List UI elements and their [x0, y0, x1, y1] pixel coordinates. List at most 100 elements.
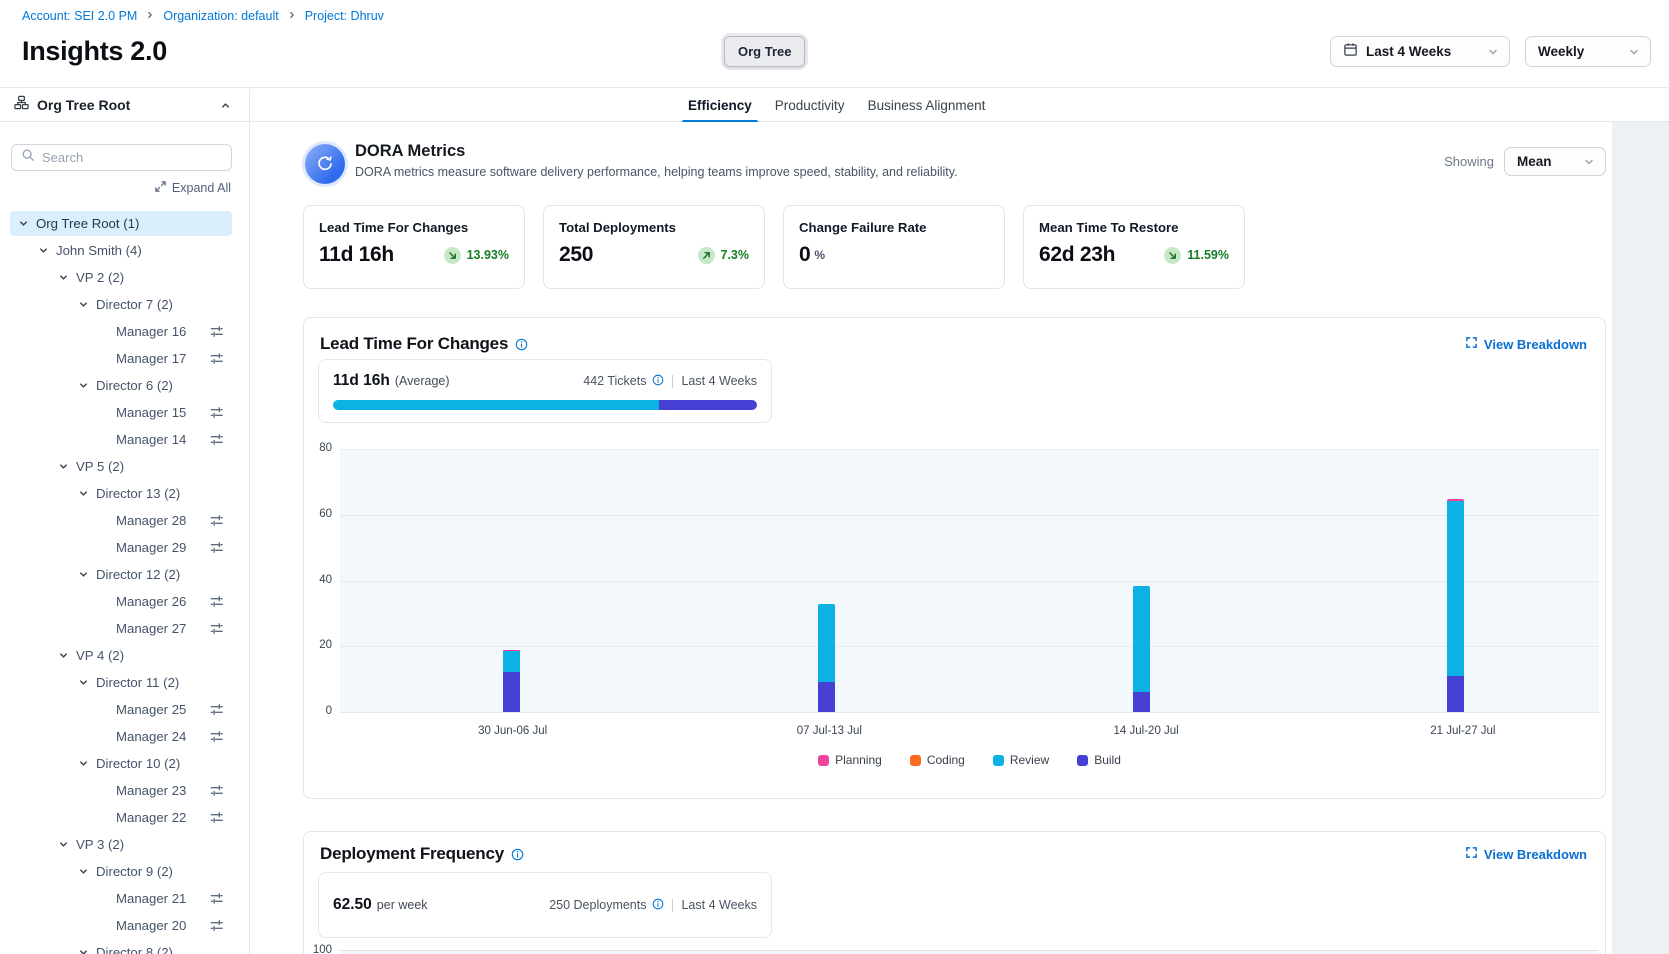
tree-item-manager-24[interactable]: Manager 24: [10, 724, 232, 749]
tree-item-manager-22[interactable]: Manager 22: [10, 805, 232, 830]
filter-sliders-icon[interactable]: [209, 324, 224, 339]
tree-item-manager-26[interactable]: Manager 26: [10, 589, 232, 614]
metric-card-lead-time-for-changes: Lead Time For Changes11d 16h13.93%: [303, 205, 525, 289]
tree-item-director-9-2[interactable]: Director 9 (2): [10, 859, 232, 884]
info-icon[interactable]: [515, 338, 528, 351]
tree-item-director-6-2[interactable]: Director 6 (2): [10, 373, 232, 398]
filter-sliders-icon[interactable]: [209, 405, 224, 420]
tree-item-manager-27[interactable]: Manager 27: [10, 616, 232, 641]
filter-sliders-icon[interactable]: [209, 783, 224, 798]
tree-item-manager-28[interactable]: Manager 28: [10, 508, 232, 533]
chevron-down-icon[interactable]: [78, 947, 96, 954]
tree-item-manager-20[interactable]: Manager 20: [10, 913, 232, 938]
tree-item-director-11-2[interactable]: Director 11 (2): [10, 670, 232, 695]
info-icon[interactable]: [652, 898, 664, 913]
tree-item-vp-5-2[interactable]: VP 5 (2): [10, 454, 232, 479]
view-breakdown-label: View Breakdown: [1484, 337, 1587, 352]
expand-all-button[interactable]: Expand All: [154, 180, 231, 196]
divider: [672, 899, 673, 912]
tree-item-vp-4-2[interactable]: VP 4 (2): [10, 643, 232, 668]
tab-business-alignment[interactable]: Business Alignment: [862, 89, 992, 122]
view-breakdown-label: View Breakdown: [1484, 847, 1587, 862]
lead-time-title: Lead Time For Changes: [320, 334, 508, 354]
deployment-view-breakdown-link[interactable]: View Breakdown: [1465, 846, 1587, 862]
filter-sliders-icon[interactable]: [209, 918, 224, 933]
filter-sliders-icon[interactable]: [209, 540, 224, 555]
tree-item-org-tree-root-1[interactable]: Org Tree Root (1): [10, 211, 232, 236]
chevron-down-icon[interactable]: [58, 272, 76, 283]
right-gutter: [1612, 122, 1669, 954]
chevron-down-icon[interactable]: [78, 677, 96, 688]
chevron-down-icon[interactable]: [18, 218, 36, 229]
tree-item-manager-23[interactable]: Manager 23: [10, 778, 232, 803]
tree-item-label: Manager 15: [116, 405, 186, 420]
filter-sliders-icon[interactable]: [209, 729, 224, 744]
chevron-down-icon[interactable]: [38, 245, 56, 256]
bar-segment-build: [1447, 676, 1464, 712]
filter-sliders-icon[interactable]: [209, 351, 224, 366]
tab-productivity[interactable]: Productivity: [769, 89, 851, 122]
tree-item-director-12-2[interactable]: Director 12 (2): [10, 562, 232, 587]
filter-sliders-icon[interactable]: [209, 513, 224, 528]
tree-item-label: Manager 27: [116, 621, 186, 636]
tree-item-manager-16[interactable]: Manager 16: [10, 319, 232, 344]
aggregation-select[interactable]: Mean: [1504, 147, 1606, 176]
tree-item-manager-17[interactable]: Manager 17: [10, 346, 232, 371]
tree-item-john-smith-4[interactable]: John Smith (4): [10, 238, 232, 263]
granularity-select[interactable]: Weekly: [1525, 36, 1651, 67]
x-axis-tick-label: 21 Jul-27 Jul: [1393, 725, 1533, 737]
filter-sliders-icon[interactable]: [209, 621, 224, 636]
divider: [672, 375, 673, 388]
tabs: Efficiency Productivity Business Alignment: [682, 89, 991, 122]
metric-card-mean-time-to-restore: Mean Time To Restore62d 23h11.59%: [1023, 205, 1245, 289]
breadcrumb-link-project[interactable]: Project: Dhruv: [305, 9, 384, 23]
tree-item-director-13-2[interactable]: Director 13 (2): [10, 481, 232, 506]
breadcrumb-link-organization[interactable]: Organization: default: [163, 9, 278, 23]
chevron-down-icon[interactable]: [78, 299, 96, 310]
insights-screen: Account: SEI 2.0 PM Organization: default…: [0, 0, 1669, 954]
filter-sliders-icon[interactable]: [209, 891, 224, 906]
chevron-down-icon[interactable]: [78, 488, 96, 499]
org-tree-toggle-button[interactable]: Org Tree: [724, 36, 805, 67]
tree-item-manager-14[interactable]: Manager 14: [10, 427, 232, 452]
chevron-down-icon[interactable]: [58, 461, 76, 472]
tab-efficiency[interactable]: Efficiency: [682, 89, 758, 122]
tree-item-director-10-2[interactable]: Director 10 (2): [10, 751, 232, 776]
tree-item-label: Org Tree Root (1): [36, 216, 139, 231]
tree-item-manager-21[interactable]: Manager 21: [10, 886, 232, 911]
chevron-down-icon[interactable]: [78, 866, 96, 877]
tree-item-vp-3-2[interactable]: VP 3 (2): [10, 832, 232, 857]
breadcrumb-link-account[interactable]: Account: SEI 2.0 PM: [22, 9, 137, 23]
expand-all-row: Expand All: [0, 180, 231, 196]
filter-sliders-icon[interactable]: [209, 594, 224, 609]
tree-item-manager-25[interactable]: Manager 25: [10, 697, 232, 722]
chevron-down-icon[interactable]: [78, 380, 96, 391]
chevron-down-icon[interactable]: [78, 758, 96, 769]
search-input[interactable]: [42, 150, 222, 165]
filter-sliders-icon[interactable]: [209, 432, 224, 447]
metric-card-total-deployments: Total Deployments2507.3%: [543, 205, 765, 289]
filter-sliders-icon[interactable]: [209, 702, 224, 717]
sidebar-panel-title: Org Tree Root: [37, 97, 130, 113]
tree-item-manager-15[interactable]: Manager 15: [10, 400, 232, 425]
filter-sliders-icon[interactable]: [209, 810, 224, 825]
info-icon[interactable]: [652, 374, 664, 389]
bar-segment-review: [1133, 586, 1150, 691]
collapse-panel-chevron-up-icon[interactable]: [218, 98, 233, 113]
metric-card-value: 62d 23h: [1039, 243, 1115, 267]
date-range-select[interactable]: Last 4 Weeks: [1330, 36, 1510, 67]
chevron-down-icon[interactable]: [58, 650, 76, 661]
lead-time-view-breakdown-link[interactable]: View Breakdown: [1465, 336, 1587, 352]
tree-item-vp-2-2[interactable]: VP 2 (2): [10, 265, 232, 290]
chevron-down-icon[interactable]: [78, 569, 96, 580]
search-icon: [21, 148, 35, 167]
tree-item-label: Manager 21: [116, 891, 186, 906]
chevron-down-icon[interactable]: [58, 839, 76, 850]
tree-item-label: Director 10 (2): [96, 756, 180, 771]
tree-item-director-7-2[interactable]: Director 7 (2): [10, 292, 232, 317]
deployment-summary-meta: 250 Deployments Last 4 Weeks: [549, 898, 757, 913]
tree-item-label: Manager 22: [116, 810, 186, 825]
tree-item-manager-29[interactable]: Manager 29: [10, 535, 232, 560]
info-icon[interactable]: [511, 848, 524, 861]
tree-item-director-8-2[interactable]: Director 8 (2): [10, 940, 232, 954]
